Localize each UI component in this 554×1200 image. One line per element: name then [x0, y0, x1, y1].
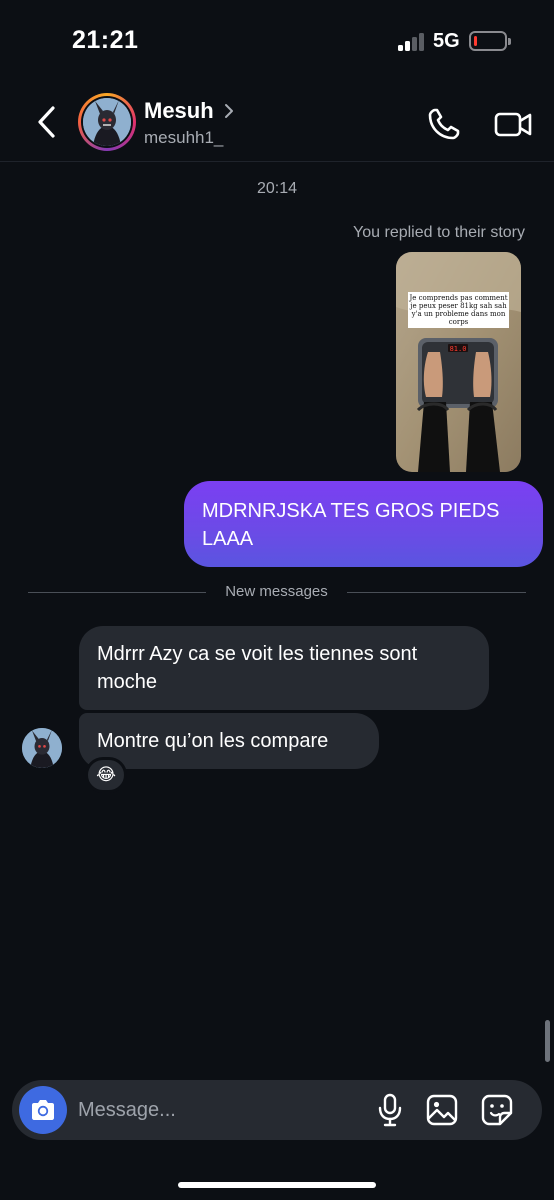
- chat-header: Mesuh mesuhh1_: [0, 80, 554, 162]
- audio-call-button[interactable]: [424, 104, 464, 144]
- contact-username: mesuhh1_: [144, 128, 224, 147]
- chevron-right-icon: [224, 104, 233, 118]
- story-caption: Je comprends pas comment je peux peser 8…: [408, 292, 509, 328]
- sticker-icon: [481, 1094, 513, 1126]
- camera-button[interactable]: [19, 1086, 67, 1134]
- avatar-illustration: [22, 728, 62, 768]
- conversation-timestamp: 20:14: [256, 180, 298, 197]
- message-input[interactable]: [78, 1092, 368, 1128]
- contact-info[interactable]: Mesuh mesuhh1_: [144, 98, 234, 148]
- gallery-icon: [426, 1094, 458, 1126]
- back-button[interactable]: [26, 102, 66, 142]
- voice-message-button[interactable]: [372, 1092, 408, 1128]
- story-reply-label: You replied to their story: [353, 224, 525, 241]
- status-bar: 21:21 5G: [0, 0, 554, 80]
- contact-name: Mesuh: [144, 98, 214, 123]
- avatar-illustration: [83, 98, 131, 146]
- story-thumbnail[interactable]: 81.0 Je comprends pas comment je peux pe…: [396, 252, 521, 472]
- contact-avatar[interactable]: [78, 93, 136, 151]
- video-camera-icon: [494, 112, 532, 137]
- sender-avatar[interactable]: [22, 728, 62, 768]
- battery-icon: [469, 31, 511, 51]
- scale-reading: 81.0: [450, 345, 467, 353]
- chevron-left-icon: [38, 106, 55, 138]
- scrollbar[interactable]: [545, 1020, 550, 1062]
- story-image: 81.0: [396, 252, 521, 472]
- received-message-bubble[interactable]: Montre qu’on les compare: [79, 713, 379, 769]
- camera-icon: [32, 1100, 54, 1120]
- microphone-icon: [378, 1093, 402, 1127]
- home-indicator[interactable]: [178, 1182, 376, 1188]
- dm-screen: 21:21 5G Mesuh mesuhh1_ 20:14 You replie…: [0, 0, 554, 1200]
- phone-icon: [428, 108, 460, 140]
- new-messages-label: New messages: [225, 583, 328, 600]
- laughing-emoji: 😂: [96, 765, 116, 784]
- status-time: 21:21: [72, 26, 139, 54]
- message-composer: [12, 1080, 542, 1140]
- network-label: 5G: [433, 30, 460, 52]
- sticker-button[interactable]: [479, 1092, 515, 1128]
- signal-icon: [398, 33, 426, 51]
- video-call-button[interactable]: [492, 104, 534, 144]
- sent-message-bubble[interactable]: MDRNRJSKA TES GROS PIEDS LAAA: [184, 481, 543, 567]
- received-message-bubble[interactable]: Mdrrr Azy ca se voit les tiennes sont mo…: [79, 626, 489, 710]
- new-messages-divider: New messages: [28, 582, 526, 602]
- message-reaction[interactable]: 😂: [85, 757, 127, 793]
- gallery-button[interactable]: [424, 1092, 460, 1128]
